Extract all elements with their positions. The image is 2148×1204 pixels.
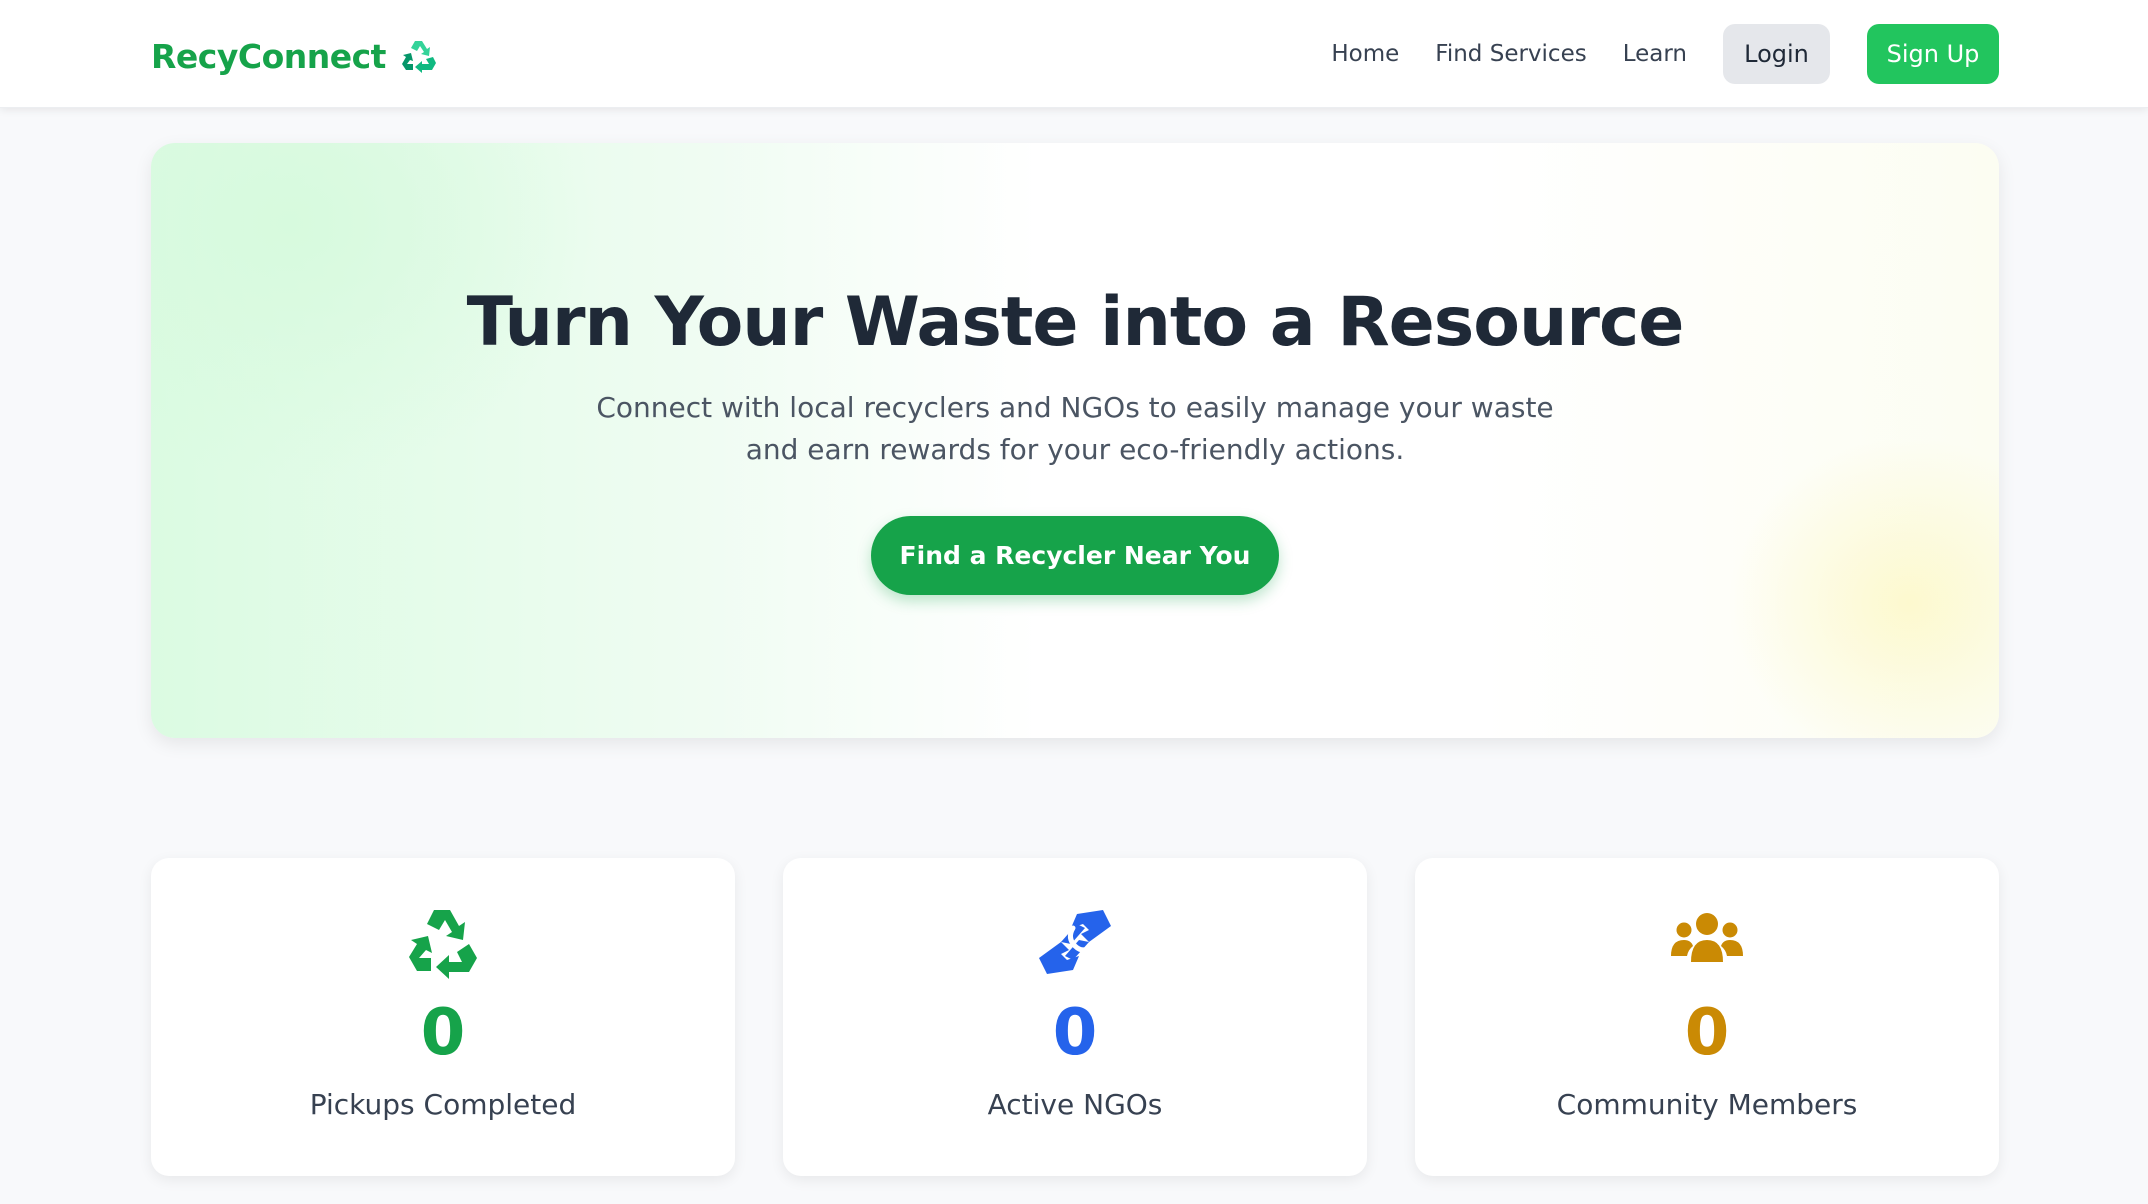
ngos-label: Active NGOs: [987, 1088, 1163, 1121]
hero-banner: Turn Your Waste into a Resource Connect …: [151, 143, 1999, 738]
stat-card-pickups: 0 Pickups Completed: [151, 858, 735, 1176]
pickups-label: Pickups Completed: [309, 1088, 577, 1121]
members-count: 0: [1684, 996, 1730, 1070]
ngos-count: 0: [1052, 996, 1098, 1070]
recycle-icon: [400, 37, 438, 75]
nav-links: Home Find Services Learn Login Sign Up: [1331, 24, 1999, 84]
nav-link-find-services[interactable]: Find Services: [1435, 41, 1586, 67]
hero-title: Turn Your Waste into a Resource: [466, 283, 1685, 362]
handshake-icon: [783, 904, 1367, 980]
top-navbar: RecyConnect Home Find Services Learn Log…: [0, 0, 2148, 108]
nav-link-learn[interactable]: Learn: [1623, 41, 1687, 67]
brand-name: RecyConnect: [151, 36, 386, 76]
stat-card-members: 0 Community Members: [1415, 858, 1999, 1176]
find-recycler-button[interactable]: Find a Recycler Near You: [871, 516, 1279, 595]
brand-logo[interactable]: RecyConnect: [151, 32, 438, 80]
signup-button[interactable]: Sign Up: [1867, 24, 1999, 84]
hero-subtitle: Connect with local recyclers and NGOs to…: [596, 391, 1554, 466]
users-icon: [1415, 904, 1999, 980]
pickups-count: 0: [420, 996, 466, 1070]
login-button[interactable]: Login: [1723, 24, 1830, 84]
nav-link-home[interactable]: Home: [1331, 41, 1399, 67]
stat-card-ngos: 0 Active NGOs: [783, 858, 1367, 1176]
recycle-icon: [151, 904, 735, 980]
members-label: Community Members: [1556, 1088, 1858, 1121]
